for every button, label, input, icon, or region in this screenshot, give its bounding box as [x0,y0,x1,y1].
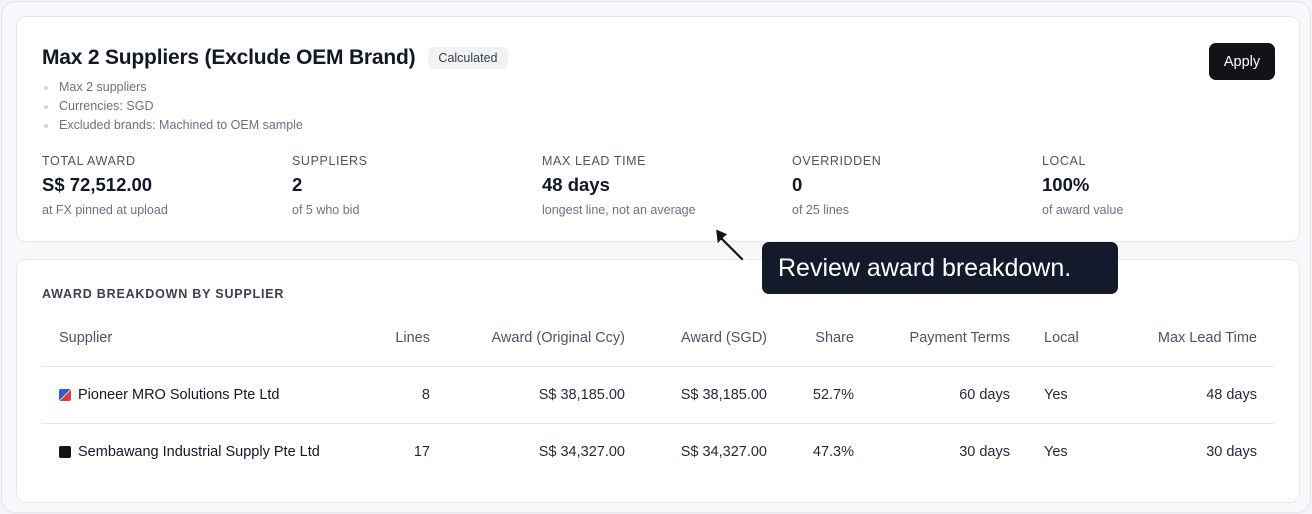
guide-tooltip: Review award breakdown. [762,242,1118,294]
stat-value: 100% [1042,174,1090,195]
stat-value: 0 [792,174,803,195]
scenario-summary-card: Max 2 Suppliers (Exclude OEM Brand) Calc… [16,16,1300,242]
apply-button[interactable]: Apply [1209,43,1275,80]
stat-label: MAX LEAD TIME [542,154,647,168]
max-lead-time-cell: 48 days [1127,366,1274,424]
share-cell: 47.3% [812,443,854,460]
stat-max-lead-time: MAX LEAD TIME 48 days longest line, not … [542,154,696,217]
local-cell: Yes [1044,443,1068,460]
column-header-lines[interactable]: Lines [362,310,447,367]
share-cell: 52.7% [784,366,871,424]
payment-terms-cell: 60 days [871,366,1027,424]
supplier-cell: Sembawang Industrial Supply Pte Ltd [42,423,362,480]
column-header-supplier[interactable]: Supplier [42,310,362,367]
payment-terms-cell: 30 days [959,443,1010,460]
column-header-share[interactable]: Share [784,310,871,367]
constraint-currencies: Currencies: SGD [44,97,303,116]
mouse-pointer-icon [714,227,746,263]
award-original-cell: S$ 38,185.00 [447,366,642,424]
column-header-award-original[interactable]: Award (Original Ccy) [447,310,642,367]
award-original-cell: S$ 34,327.00 [538,443,625,460]
supplier-name[interactable]: Pioneer MRO Solutions Pte Ltd [78,387,280,403]
stat-label: OVERRIDDEN [792,154,882,168]
stat-label: TOTAL AWARD [42,154,136,168]
column-header-payment-terms[interactable]: Payment Terms [871,310,1027,367]
scenario-header: Max 2 Suppliers (Exclude OEM Brand) Calc… [42,46,508,70]
stat-subtext: longest line, not an average [542,203,696,217]
award-breakdown-table: Supplier Lines Award (Original Ccy) Awar… [42,310,1274,480]
table-header-row: Supplier Lines Award (Original Ccy) Awar… [42,310,1274,367]
column-header-local[interactable]: Local [1027,310,1127,367]
scenario-title: Max 2 Suppliers (Exclude OEM Brand) [42,46,416,69]
award-sgd-cell: S$ 38,185.00 [642,366,784,424]
supplier-cell: Pioneer MRO Solutions Pte Ltd [42,366,362,424]
award-breakdown-card: AWARD BREAKDOWN BY SUPPLIER Supplier Lin… [16,259,1300,503]
column-header-award-sgd[interactable]: Award (SGD) [642,310,784,367]
status-badge: Calculated [428,47,508,69]
table-row[interactable]: Sembawang Industrial Supply Pte Ltd 17 S… [42,423,1274,480]
award-sgd-cell: S$ 34,327.00 [680,443,767,460]
stat-local: LOCAL 100% of award value [1042,154,1123,217]
lines-cell: 17 [413,443,430,460]
lines-cell: 8 [362,366,447,424]
max-lead-time-cell: 30 days [1206,443,1257,460]
stat-label: SUPPLIERS [292,154,368,168]
constraint-max-suppliers: Max 2 suppliers [44,78,303,97]
section-title: AWARD BREAKDOWN BY SUPPLIER [42,287,285,301]
stat-value: S$ 72,512.00 [42,174,153,195]
scenario-constraints-list: Max 2 suppliers Currencies: SGD Excluded… [44,78,303,135]
stat-subtext: of 25 lines [792,203,849,217]
stat-label: LOCAL [1042,154,1086,168]
stat-overridden: OVERRIDDEN 0 of 25 lines [792,154,881,217]
stat-subtext: of award value [1042,203,1124,217]
stat-suppliers: SUPPLIERS 2 of 5 who bid [292,154,368,217]
table-row[interactable]: Pioneer MRO Solutions Pte Ltd 8 S$ 38,18… [42,366,1274,424]
local-cell: Yes [1027,366,1127,424]
stat-value: 2 [292,174,303,195]
stat-subtext: at FX pinned at upload [42,203,168,217]
stat-value: 48 days [542,174,610,195]
supplier-name[interactable]: Sembawang Industrial Supply Pte Ltd [78,444,320,460]
constraint-excluded-brands: Excluded brands: Machined to OEM sample [44,116,303,135]
stat-total-award: TOTAL AWARD S$ 72,512.00 at FX pinned at… [42,154,168,217]
sembawang-logo-icon [59,445,71,458]
stat-subtext: of 5 who bid [292,203,360,217]
column-header-max-lead-time[interactable]: Max Lead Time [1127,310,1274,367]
pioneer-logo-icon [59,388,71,401]
